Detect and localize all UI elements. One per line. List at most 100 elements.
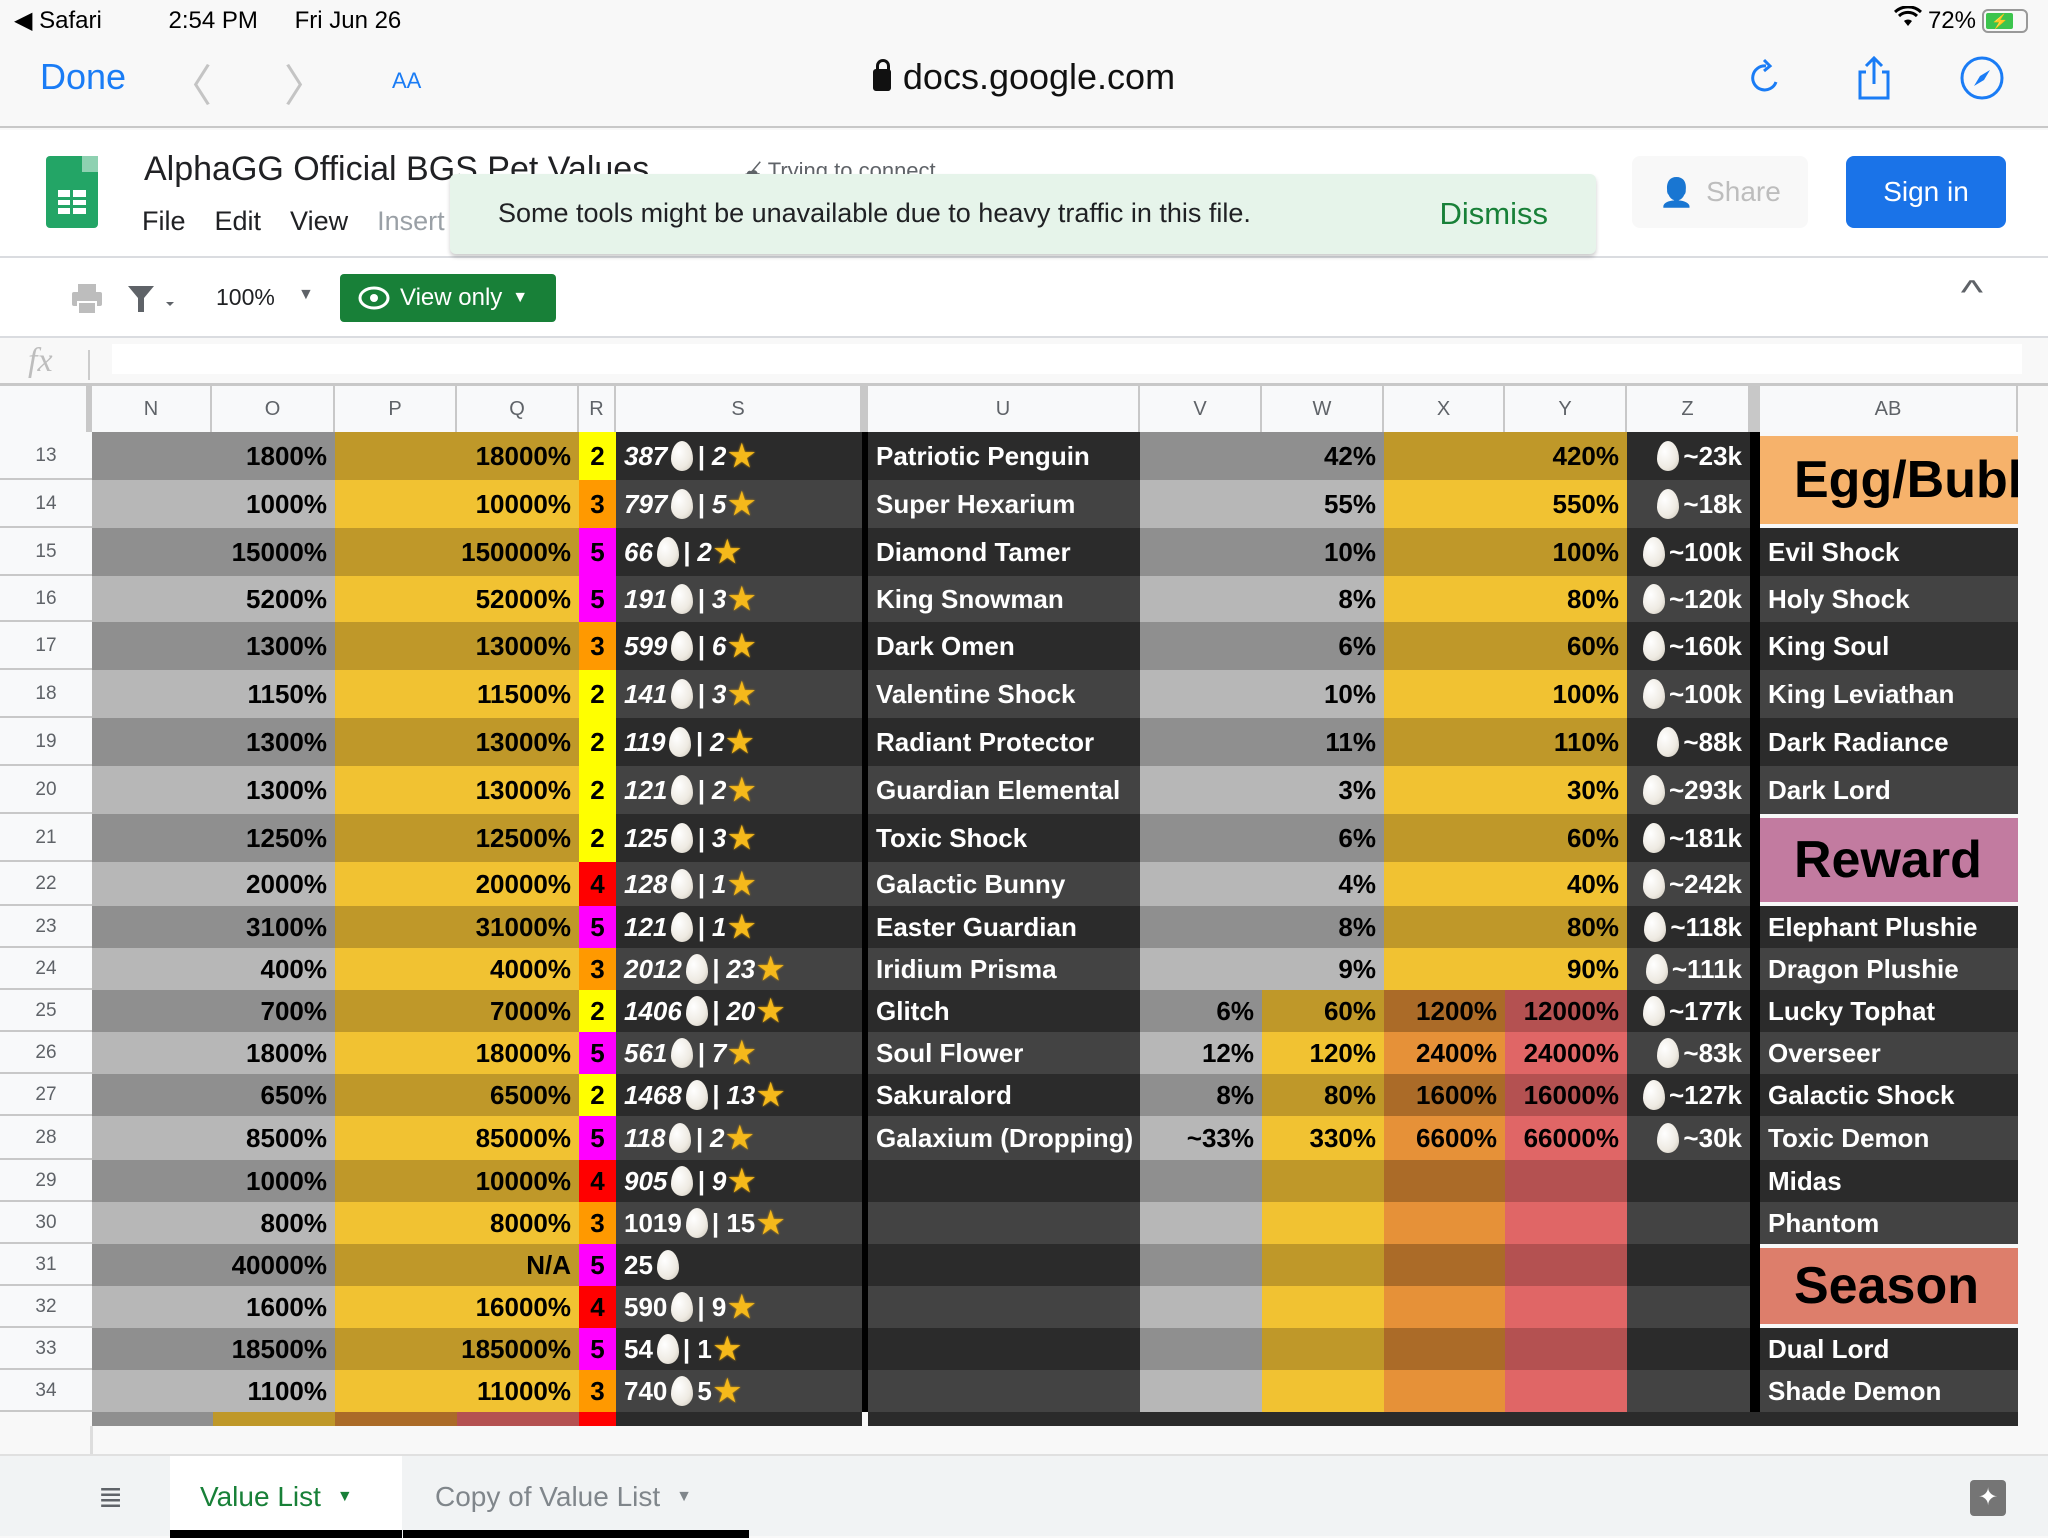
reload-icon[interactable] (1742, 54, 1790, 102)
tier-cell[interactable]: 2 (579, 766, 616, 814)
pet-list-item[interactable]: Overseer (1760, 1032, 2018, 1074)
print-icon[interactable] (70, 282, 104, 316)
multiplier-cell[interactable]: 1300% (92, 766, 335, 814)
tier-cell[interactable]: 5 (579, 1116, 616, 1160)
egg-count-cell[interactable]: ~120k (1627, 576, 1750, 622)
row-header[interactable]: 34 (0, 1370, 92, 1412)
pet-list-item[interactable]: Dual Lord (1760, 1328, 2018, 1370)
pet-value-cell[interactable] (1384, 1202, 1505, 1244)
pet-list-item[interactable]: Lucky Tophat (1760, 990, 2018, 1032)
multiplier-cell[interactable]: 1150% (92, 670, 335, 718)
pet-value-cell[interactable]: 1200% (1384, 990, 1505, 1032)
pet-value-cell[interactable]: 24000% (1505, 1032, 1627, 1074)
pet-value-cell[interactable] (1384, 1160, 1505, 1202)
rarity-cell[interactable]: 141 | 3 ★ (616, 670, 862, 718)
column-header-r[interactable]: R (579, 386, 616, 432)
egg-count-cell[interactable]: ~127k (1627, 1074, 1750, 1116)
rarity-cell[interactable]: 121 | 1 ★ (616, 906, 862, 948)
pet-value-cell[interactable] (1262, 1160, 1384, 1202)
pet-value-cell[interactable]: 6600% (1384, 1116, 1505, 1160)
pet-list-item[interactable]: Shade Demon (1760, 1370, 2018, 1412)
multiplier-cell[interactable]: 40000% (92, 1244, 335, 1286)
pet-value-cell[interactable]: ~33% (1140, 1116, 1262, 1160)
row-header[interactable]: 31 (0, 1244, 92, 1286)
row-header[interactable]: 33 (0, 1328, 92, 1370)
column-header-o[interactable]: O (212, 386, 335, 432)
rarity-cell[interactable]: 387 | 2 ★ (616, 432, 862, 480)
filter-icon[interactable] (126, 284, 176, 314)
multiplier-cell[interactable]: 1300% (92, 718, 335, 766)
pet-value-cell[interactable] (1140, 1286, 1262, 1328)
pet-name-cell[interactable]: Glitch (868, 990, 1140, 1032)
egg-count-cell[interactable]: ~160k (1627, 622, 1750, 670)
pet-value-cell[interactable]: 6% (1140, 622, 1384, 670)
rarity-cell[interactable]: 125 | 3 ★ (616, 814, 862, 862)
pet-value-cell[interactable]: 60% (1262, 990, 1384, 1032)
pet-value-cell[interactable] (1262, 1202, 1384, 1244)
pet-value-cell[interactable]: 66000% (1505, 1116, 1627, 1160)
multiplier-cell[interactable]: 13000% (335, 718, 579, 766)
tier-cell[interactable]: 2 (579, 670, 616, 718)
pet-value-cell[interactable]: 8% (1140, 576, 1384, 622)
pet-value-cell[interactable]: 10% (1140, 528, 1384, 576)
pet-value-cell[interactable] (1505, 1202, 1627, 1244)
multiplier-cell[interactable]: 1000% (92, 1160, 335, 1202)
collapse-toolbar-icon[interactable]: ^ (1961, 274, 1983, 313)
column-header-v[interactable]: V (1140, 386, 1262, 432)
pet-name-cell[interactable] (868, 1244, 1140, 1286)
egg-count-cell[interactable]: ~242k (1627, 862, 1750, 906)
egg-count-cell[interactable]: ~18k (1627, 480, 1750, 528)
explore-icon[interactable]: ✦ (1970, 1480, 2006, 1516)
pet-value-cell[interactable] (1505, 1286, 1627, 1328)
row-header[interactable]: 17 (0, 622, 92, 670)
pet-value-cell[interactable]: 80% (1262, 1074, 1384, 1116)
row-header[interactable]: 18 (0, 670, 92, 718)
pet-name-cell[interactable]: Radiant Protector (868, 718, 1140, 766)
pet-value-cell[interactable]: 80% (1384, 576, 1627, 622)
egg-count-cell[interactable] (1627, 1202, 1750, 1244)
menu-edit[interactable]: Edit (215, 206, 262, 237)
egg-count-cell[interactable]: ~181k (1627, 814, 1750, 862)
pet-value-cell[interactable]: 8% (1140, 906, 1384, 948)
row-header[interactable]: 21 (0, 814, 92, 862)
multiplier-cell[interactable]: 52000% (335, 576, 579, 622)
pet-value-cell[interactable]: 100% (1384, 670, 1627, 718)
pet-list-item[interactable]: Galactic Shock (1760, 1074, 2018, 1116)
tier-cell[interactable]: 5 (579, 1244, 616, 1286)
tier-cell[interactable]: 4 (579, 1286, 616, 1328)
rarity-cell[interactable]: 128 | 1 ★ (616, 862, 862, 906)
row-header[interactable]: 23 (0, 906, 92, 948)
egg-count-cell[interactable]: ~88k (1627, 718, 1750, 766)
rarity-cell[interactable]: 54 | 1 ★ (616, 1328, 862, 1370)
compass-icon[interactable] (1958, 54, 2006, 102)
row-header[interactable]: 15 (0, 528, 92, 576)
egg-count-cell[interactable]: ~100k (1627, 670, 1750, 718)
pet-list-item[interactable]: Elephant Plushie (1760, 906, 2018, 948)
pet-name-cell[interactable]: King Snowman (868, 576, 1140, 622)
multiplier-cell[interactable]: 11500% (335, 670, 579, 718)
pet-value-cell[interactable]: 12% (1140, 1032, 1262, 1074)
pet-value-cell[interactable]: 3% (1140, 766, 1384, 814)
vertical-scroll-area[interactable] (2018, 432, 2048, 1426)
row-header[interactable]: 32 (0, 1286, 92, 1328)
pet-value-cell[interactable]: 60% (1384, 622, 1627, 670)
egg-count-cell[interactable] (1627, 1160, 1750, 1202)
pet-value-cell[interactable]: 6% (1140, 990, 1262, 1032)
multiplier-cell[interactable]: 10000% (335, 1160, 579, 1202)
row-header[interactable]: 30 (0, 1202, 92, 1244)
pet-value-cell[interactable]: 11% (1140, 718, 1384, 766)
column-header-z[interactable]: Z (1627, 386, 1750, 432)
rarity-cell[interactable]: 590 | 9 ★ (616, 1286, 862, 1328)
egg-count-cell[interactable]: ~83k (1627, 1032, 1750, 1074)
share-button[interactable]: 👤 Share (1632, 156, 1808, 228)
multiplier-cell[interactable]: 12500% (335, 814, 579, 862)
column-header-y[interactable]: Y (1505, 386, 1627, 432)
tier-cell[interactable]: 2 (579, 814, 616, 862)
egg-count-cell[interactable] (1627, 1286, 1750, 1328)
row-header[interactable]: 19 (0, 718, 92, 766)
multiplier-cell[interactable]: 650% (92, 1074, 335, 1116)
pet-value-cell[interactable]: 40% (1384, 862, 1627, 906)
pet-name-cell[interactable]: Guardian Elemental (868, 766, 1140, 814)
pet-list-item[interactable]: Toxic Demon (1760, 1116, 2018, 1160)
pet-value-cell[interactable]: 42% (1140, 432, 1384, 480)
